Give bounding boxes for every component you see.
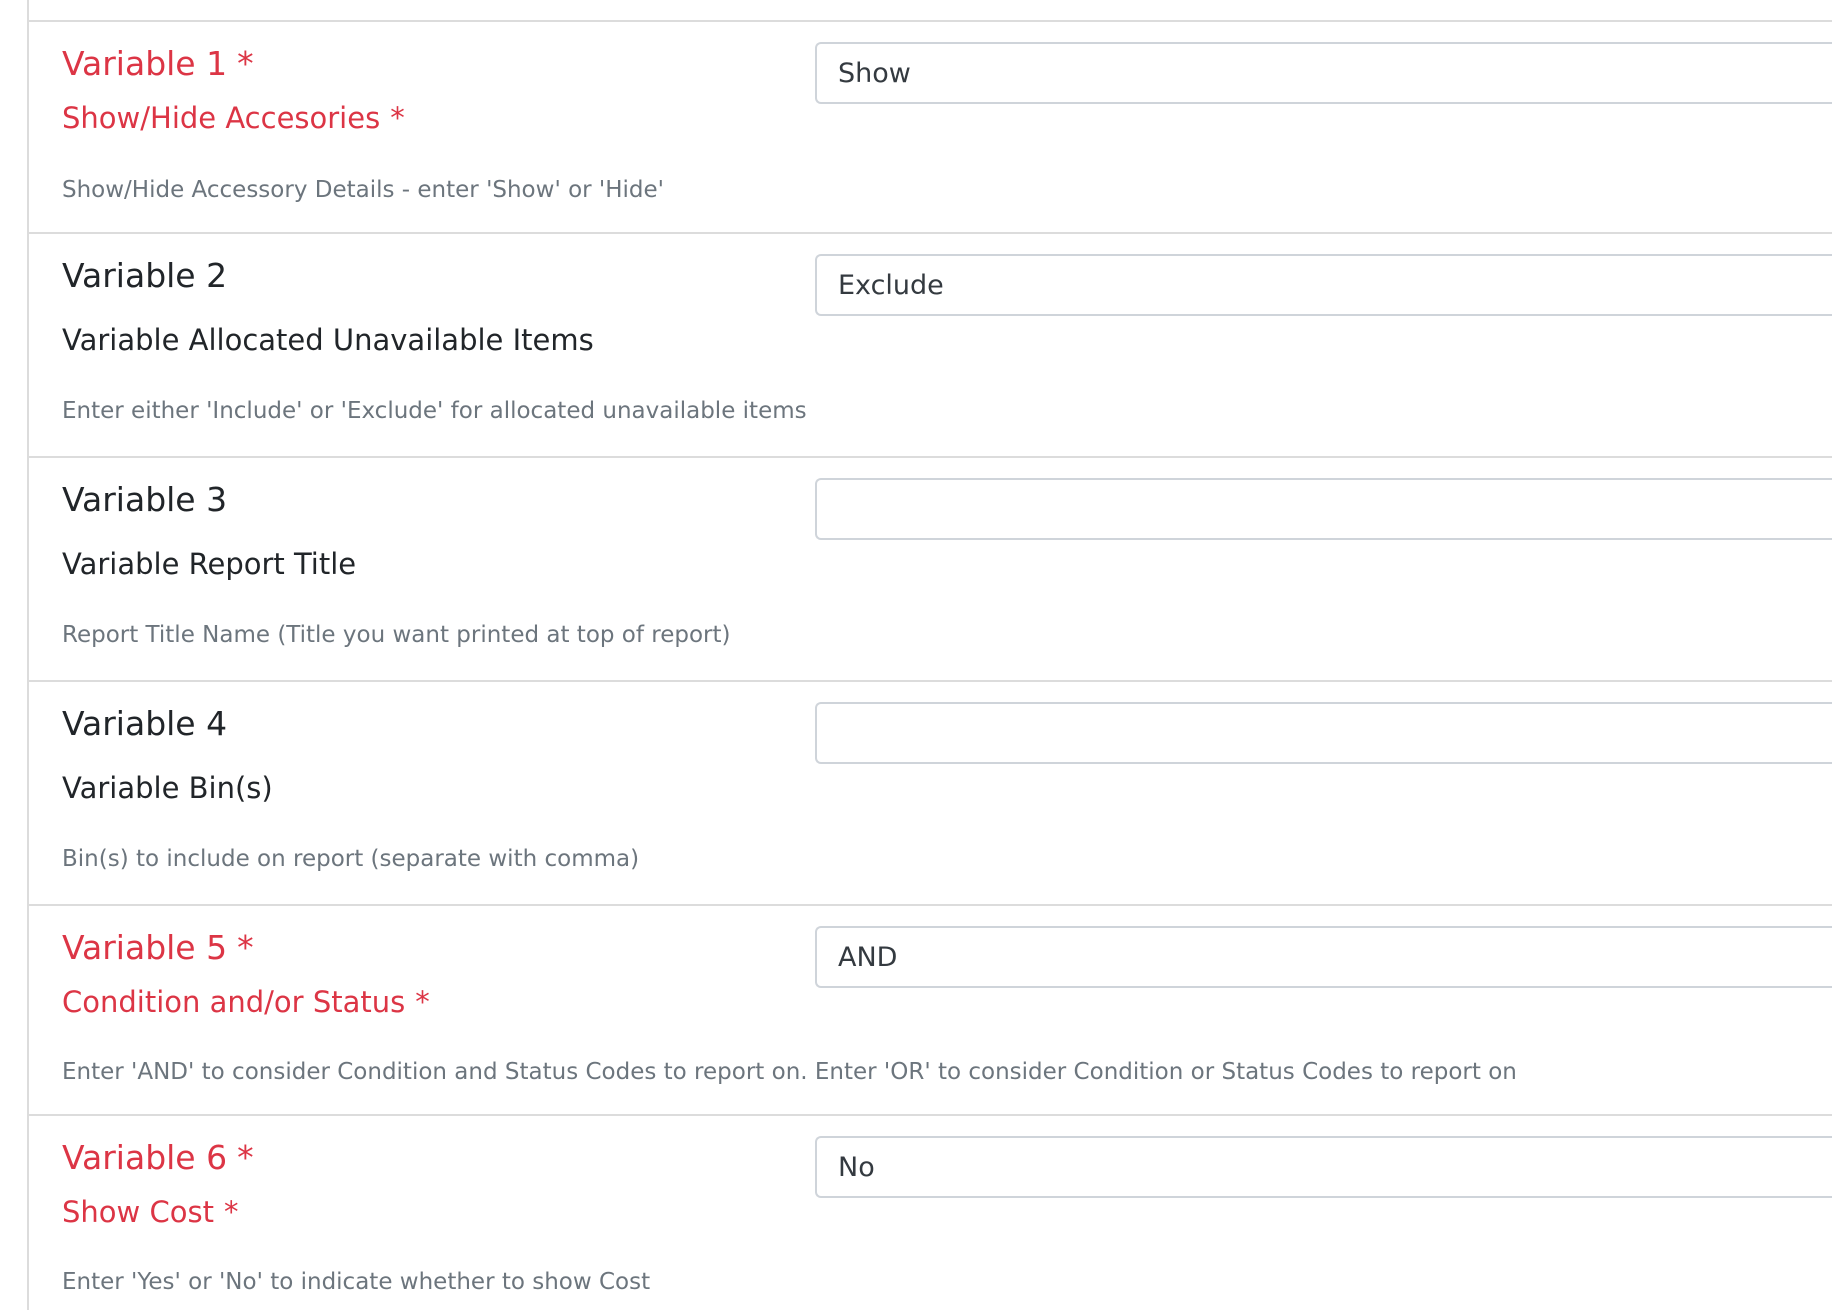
variable-row-1: Variable 1* Show/Hide Accesories* Show/H… — [29, 20, 1832, 232]
report-variables-form: Variable 1* Show/Hide Accesories* Show/H… — [0, 0, 1832, 1310]
variable-3-title: Variable 3 — [62, 480, 228, 519]
variable-5-help: Enter 'AND' to consider Condition and St… — [62, 1059, 1517, 1085]
required-marker: * — [223, 1195, 239, 1229]
variable-5-label: Condition and/or Status * — [62, 985, 430, 1019]
variable-4-help: Bin(s) to include on report (separate wi… — [62, 846, 640, 872]
required-marker: * — [390, 101, 405, 135]
required-marker: * — [237, 928, 254, 967]
variable-6-help: Enter 'Yes' or 'No' to indicate whether … — [62, 1269, 651, 1295]
variable-1-input[interactable] — [815, 42, 1832, 104]
variable-3-input[interactable] — [815, 478, 1832, 540]
variable-6-input[interactable] — [815, 1136, 1832, 1198]
variable-row-6: Variable 6* Show Cost* Enter 'Yes' or 'N… — [29, 1114, 1832, 1310]
variable-3-label: Variable Report Title — [62, 547, 357, 581]
variable-2-help: Enter either 'Include' or 'Exclude' for … — [62, 398, 807, 424]
variable-1-label: Show/Hide Accesories * — [62, 101, 405, 135]
required-marker: * — [415, 985, 430, 1019]
variable-4-title: Variable 4 — [62, 704, 228, 743]
variable-6-label: Show Cost * — [62, 1195, 239, 1229]
variable-5-title: Variable 5 * — [62, 928, 254, 967]
variable-6-title: Variable 6 * — [62, 1138, 254, 1177]
required-marker: * — [237, 44, 254, 83]
variable-2-label: Variable Allocated Unavailable Items — [62, 323, 594, 357]
variable-2-title: Variable 2 — [62, 256, 228, 295]
required-marker: * — [237, 1138, 254, 1177]
variable-row-4: Variable 4 Variable Bin(s) Bin(s) to inc… — [29, 680, 1832, 904]
variable-4-input[interactable] — [815, 702, 1832, 764]
variable-row-3: Variable 3 Variable Report Title Report … — [29, 456, 1832, 680]
variable-row-2: Variable 2 Variable Allocated Unavailabl… — [29, 232, 1832, 456]
variable-row-5: Variable 5* Condition and/or Status* Ent… — [29, 904, 1832, 1114]
variable-4-label: Variable Bin(s) — [62, 771, 273, 805]
variable-2-input[interactable] — [815, 254, 1832, 316]
variables-list: Variable 1* Show/Hide Accesories* Show/H… — [29, 20, 1832, 1310]
variable-1-help: Show/Hide Accessory Details - enter 'Sho… — [62, 177, 664, 203]
variable-5-input[interactable] — [815, 926, 1832, 988]
variable-1-title: Variable 1 * — [62, 44, 254, 83]
variable-3-help: Report Title Name (Title you want printe… — [62, 622, 731, 648]
